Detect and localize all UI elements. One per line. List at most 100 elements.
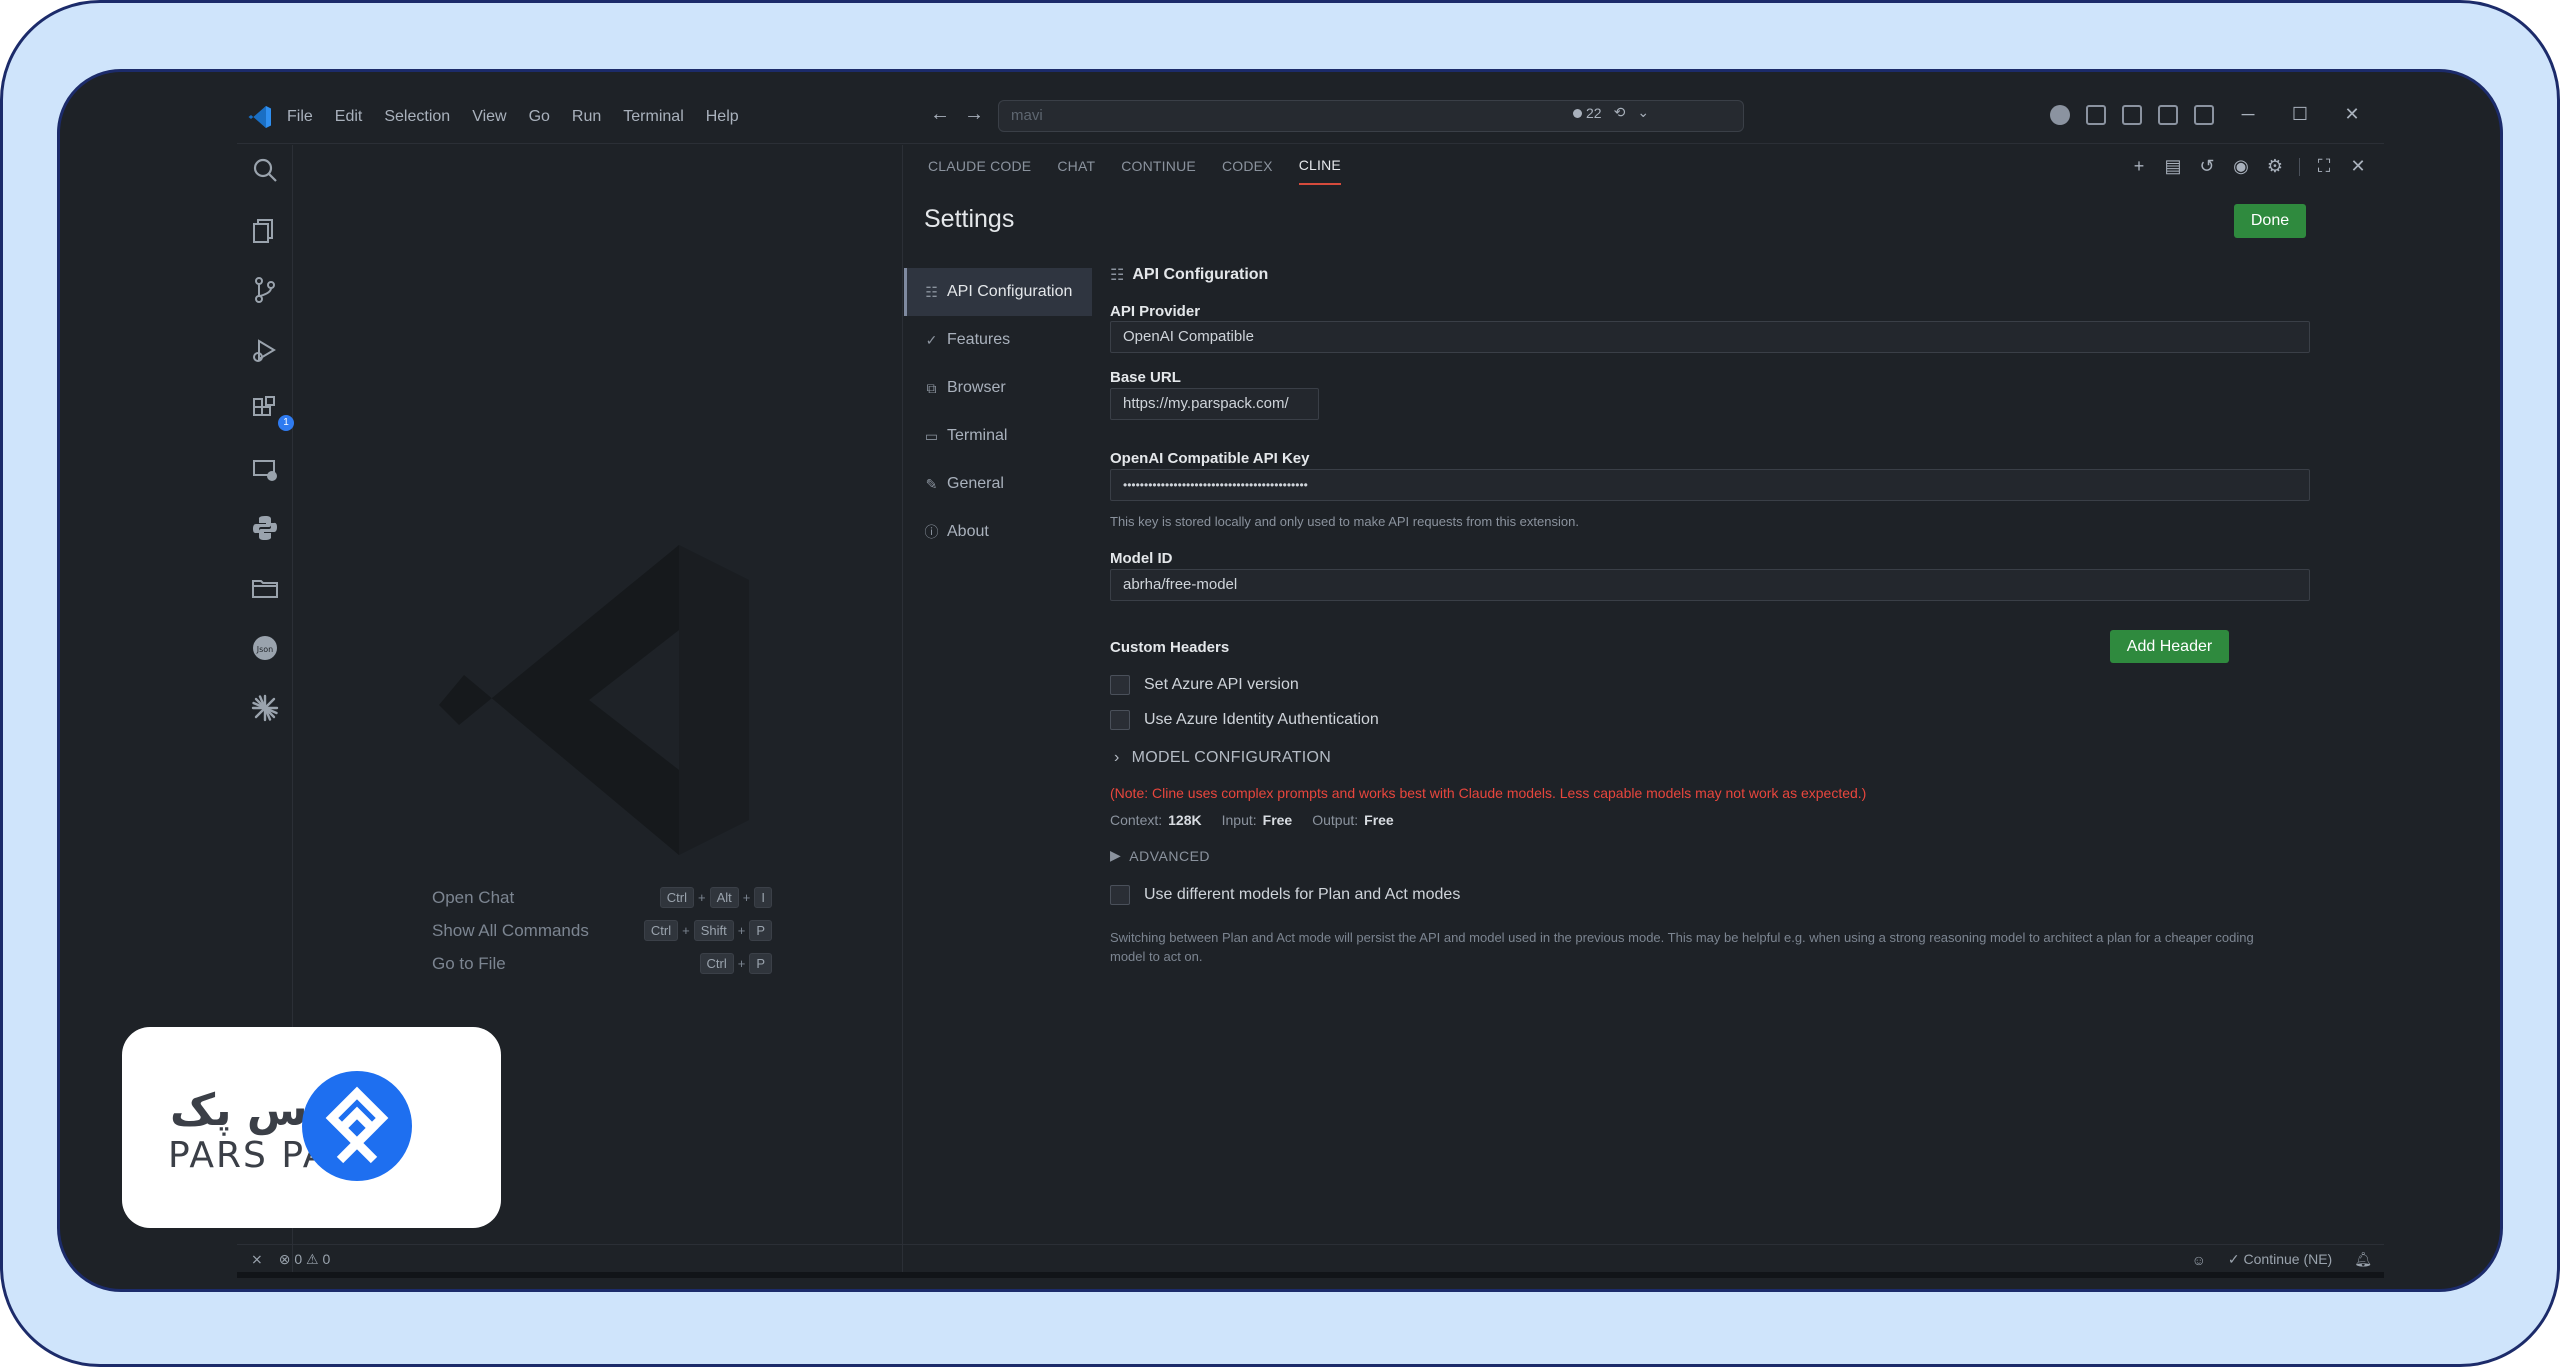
menu-edit[interactable]: Edit — [335, 108, 363, 126]
done-button[interactable]: Done — [2234, 204, 2306, 238]
toggle-panel-icon[interactable] — [2158, 104, 2178, 125]
extensions-icon[interactable]: 1 — [250, 395, 294, 431]
advanced-label: ADVANCED — [1129, 847, 1211, 864]
shortcut-keys: Ctrl + P — [699, 953, 772, 974]
shortcut-show-all-commands[interactable]: Show All Commands Ctrl + Shift + P — [432, 920, 772, 941]
plan-act-help: Switching between Plan and Act mode will… — [1110, 930, 2254, 964]
run-debug-icon[interactable] — [250, 335, 280, 365]
close-window-icon[interactable]: ✕ — [2334, 104, 2370, 125]
shortcut-go-to-file[interactable]: Go to File Ctrl + P — [432, 953, 772, 974]
tab-chat[interactable]: CHAT — [1057, 148, 1095, 184]
problems-indicator[interactable]: ⊗ 0 ⚠ 0 — [279, 1251, 331, 1268]
key: Shift — [693, 920, 734, 941]
minimize-icon[interactable]: ─ — [2230, 104, 2266, 125]
menu-file[interactable]: File — [287, 108, 313, 126]
maximize-icon[interactable]: ☐ — [2282, 104, 2318, 125]
api-key-value: ••••••••••••••••••••••••••••••••••••••••… — [1123, 478, 1308, 492]
tab-claude-code[interactable]: CLAUDE CODE — [928, 148, 1031, 184]
model-configuration-toggle[interactable]: › MODEL CONFIGURATION — [1114, 749, 1331, 767]
toggle-sidebar-icon[interactable] — [2122, 104, 2142, 125]
context-value: 128K — [1168, 812, 1202, 828]
remote-icon[interactable]: ⨯ — [251, 1251, 263, 1268]
account-icon[interactable] — [2050, 104, 2070, 125]
command-center-extras: 22 ⟲ ⌄ — [1573, 104, 1649, 121]
chevron-down-icon[interactable]: ⌄ — [1637, 104, 1649, 121]
back-arrow-icon[interactable]: ← — [930, 103, 950, 126]
base-url-input[interactable]: https://my.parspack.com/ — [1110, 388, 1319, 420]
sliders-icon: ☷ — [1110, 267, 1125, 284]
checkbox[interactable] — [1110, 675, 1130, 695]
output-value: Free — [1364, 812, 1394, 828]
python-icon[interactable] — [250, 513, 280, 543]
continue-status[interactable]: ✓ Continue (NE) — [2228, 1251, 2332, 1268]
tab-cline[interactable]: CLINE — [1298, 147, 1341, 185]
terminal-icon: ▭ — [924, 427, 939, 444]
nav-item-terminal[interactable]: ▭ Terminal — [904, 412, 1092, 460]
add-header-button[interactable]: Add Header — [2110, 630, 2229, 663]
menu-run[interactable]: Run — [572, 108, 601, 126]
sync-icon[interactable]: ⟲ — [1614, 104, 1626, 121]
output-label: Output: — [1312, 812, 1359, 828]
nav-item-browser[interactable]: ⧉ Browser — [904, 364, 1092, 412]
api-provider-select[interactable]: OpenAI Compatible — [1110, 321, 2310, 353]
azure-api-version-checkbox[interactable]: Set Azure API version — [1110, 675, 1299, 695]
azure-identity-checkbox[interactable]: Use Azure Identity Authentication — [1110, 710, 1379, 730]
nav-item-general[interactable]: ✎ General — [904, 460, 1092, 508]
copilot-icon[interactable]: ☺ — [2192, 1252, 2206, 1268]
gear-icon[interactable]: ⚙ — [2265, 156, 2285, 177]
explorer-icon[interactable] — [250, 215, 280, 245]
base-url-label: Base URL — [1110, 369, 1181, 386]
toggle-secondary-sidebar-icon[interactable] — [2194, 104, 2214, 125]
project-manager-icon[interactable] — [250, 573, 280, 603]
input-value: Free — [1262, 812, 1293, 828]
model-info: Context: 128K Input: Free Output: Free — [1110, 812, 1394, 828]
claude-icon[interactable] — [250, 693, 280, 723]
nav-item-features[interactable]: ✓ Features — [904, 316, 1092, 364]
nav-item-api-configuration[interactable]: ☷ API Configuration — [904, 268, 1092, 316]
mcp-servers-icon[interactable]: ▤ — [2163, 156, 2183, 177]
tab-codex[interactable]: CODEX — [1222, 148, 1273, 184]
nav-label: General — [947, 475, 1004, 492]
changes-count-value: 22 — [1586, 104, 1602, 121]
account-icon[interactable]: ◉ — [2231, 156, 2251, 177]
menu-view[interactable]: View — [472, 108, 506, 126]
check-icon: ✓ — [2227, 1251, 2240, 1267]
expand-icon[interactable]: ⛶ — [2314, 156, 2334, 177]
source-control-icon[interactable] — [250, 275, 280, 305]
title-bar: File Edit Selection View Go Run Terminal… — [237, 90, 2384, 144]
menu-go[interactable]: Go — [529, 108, 550, 126]
key-plus: + — [742, 890, 751, 905]
model-id-input[interactable]: abrha/free-model — [1110, 569, 2310, 601]
plus-icon[interactable]: + — [2129, 156, 2149, 177]
menu-selection[interactable]: Selection — [384, 108, 450, 126]
bell-icon[interactable]: 🔔︎ — [2354, 1251, 2372, 1268]
customize-layout-icon[interactable] — [2086, 104, 2106, 125]
base-url-value: https://my.parspack.com/ — [1123, 395, 1289, 412]
panel-tabs: CLAUDE CODE CHAT CONTINUE CODEX CLINE — [928, 145, 1341, 187]
checkbox[interactable] — [1110, 885, 1130, 905]
history-icon[interactable]: ↺ — [2197, 156, 2217, 177]
model-warning-note: (Note: Cline uses complex prompts and wo… — [1110, 785, 1867, 801]
shortcut-open-chat[interactable]: Open Chat Ctrl + Alt + I — [432, 887, 772, 908]
json-icon[interactable]: Json — [250, 633, 280, 663]
nav-item-about[interactable]: ⓘ About — [904, 508, 1092, 556]
menu-help[interactable]: Help — [706, 108, 739, 126]
search-icon[interactable] — [250, 155, 280, 185]
menu-terminal[interactable]: Terminal — [623, 108, 683, 126]
checkbox[interactable] — [1110, 710, 1130, 730]
continue-label: Continue (NE) — [2243, 1251, 2333, 1267]
tab-continue[interactable]: CONTINUE — [1121, 148, 1196, 184]
plan-act-checkbox[interactable]: Use different models for Plan and Act mo… — [1110, 885, 1460, 905]
close-icon[interactable]: ✕ — [2348, 156, 2368, 177]
key-plus: + — [737, 956, 746, 971]
nav-label: Features — [947, 331, 1011, 348]
changes-count[interactable]: 22 — [1573, 105, 1602, 121]
forward-arrow-icon[interactable]: → — [964, 103, 984, 126]
key-plus: + — [682, 923, 690, 938]
advanced-toggle[interactable]: ▶ ADVANCED — [1110, 847, 1210, 864]
svg-text:Json: Json — [256, 645, 274, 654]
vscode-logo-icon — [248, 106, 271, 128]
api-key-input[interactable]: ••••••••••••••••••••••••••••••••••••••••… — [1110, 469, 2310, 501]
remote-explorer-icon[interactable] — [250, 455, 280, 485]
key: Ctrl — [659, 887, 695, 908]
